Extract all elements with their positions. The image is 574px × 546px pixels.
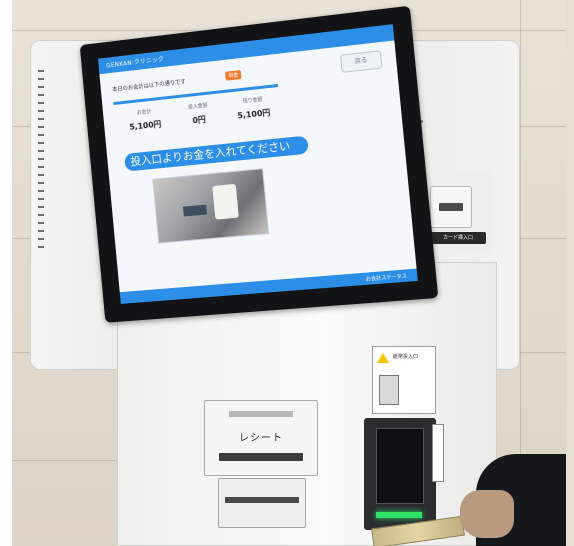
person-hand [460, 490, 514, 538]
side-vent [38, 70, 44, 250]
amount-value: 0円 [192, 114, 207, 126]
clinic-brand: GENKAN クリニック [105, 55, 165, 70]
photo-scene: カード挿入口 GENKAN クリニック 本日のお会計は以下の通りです 現金 戻る… [0, 0, 574, 546]
bill-led-indicator [376, 512, 422, 518]
receipt-panel: レシート [204, 400, 318, 476]
card-reader[interactable] [430, 186, 472, 228]
instruction-illustration [152, 168, 270, 244]
left-border [0, 0, 12, 546]
amount-value: 5,100円 [237, 108, 271, 121]
cash-badge: 現金 [225, 70, 242, 81]
payment-prompt: 本日のお会計は以下の通りです [112, 79, 187, 94]
illustration-slot [182, 204, 208, 217]
insert-money-instruction: 投入口よりお金を入れてください [124, 135, 309, 172]
receipt-tray[interactable] [218, 478, 306, 528]
touchscreen[interactable]: GENKAN クリニック 本日のお会計は以下の通りです 現金 戻る お会計 5,… [97, 24, 418, 304]
amount-label: お会計 [136, 108, 152, 117]
indicator-dots [420, 108, 444, 142]
amount-value: 5,100円 [129, 119, 162, 132]
bill-insert-slot[interactable] [376, 428, 424, 504]
receipt-tray-slot[interactable] [225, 497, 299, 503]
receipt-strip [229, 411, 293, 417]
screen-footer: お会計ステータス [119, 268, 418, 304]
receipt-label: レシート [239, 433, 283, 444]
receipt-slot[interactable] [219, 453, 303, 461]
amount-label: 残り金額 [242, 96, 263, 105]
notice-pictogram [379, 375, 399, 405]
touchscreen-bezel: GENKAN クリニック 本日のお会計は以下の通りです 現金 戻る お会計 5,… [79, 5, 439, 323]
back-button[interactable]: 戻る [339, 50, 383, 73]
footer-status: お会計ステータス [365, 273, 408, 283]
bill-notice-sticker: 紙幣投入口 [372, 346, 436, 414]
card-reader-label: カード挿入口 [430, 232, 486, 244]
amount-inserted: 投入金額 0円 [173, 100, 224, 128]
notice-text: 紙幣投入口 [393, 354, 419, 360]
bill-side-label [432, 424, 444, 482]
warning-icon [377, 353, 389, 363]
amount-total: お会計 5,100円 [120, 106, 170, 134]
amount-remaining: 残り金額 5,100円 [228, 94, 279, 122]
card-slot[interactable] [439, 203, 463, 211]
illustration-hand [212, 183, 239, 220]
right-border [566, 0, 574, 546]
amount-label: 投入金額 [187, 102, 208, 111]
